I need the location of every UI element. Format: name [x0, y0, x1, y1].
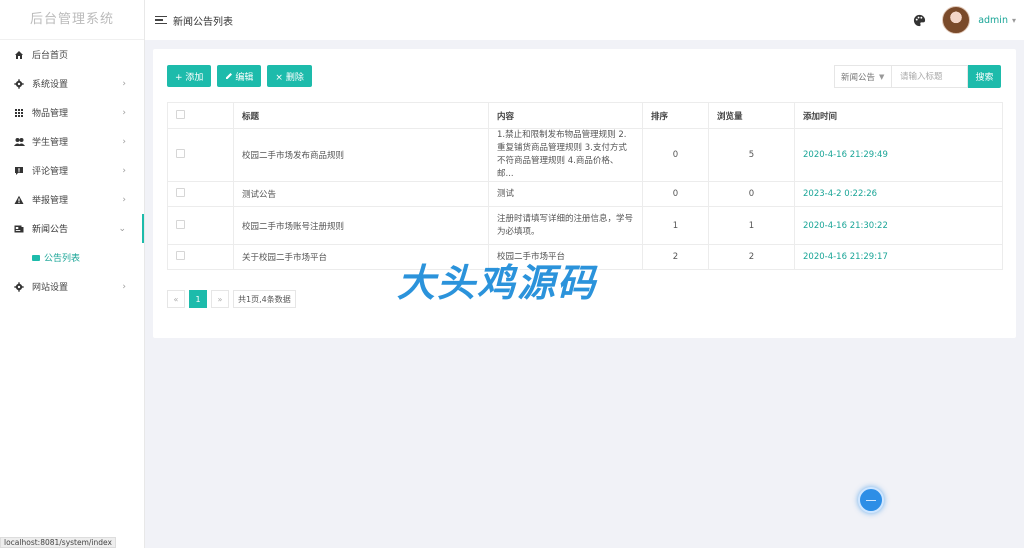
pagination-info: 共1页,4条数据	[233, 290, 296, 308]
cell-views: 0	[708, 181, 795, 207]
list-icon	[32, 254, 40, 261]
sidebar-item-label: 物品管理	[32, 109, 69, 119]
sidebar-item-label: 评论管理	[32, 167, 69, 177]
users-icon	[12, 137, 26, 147]
delete-button[interactable]: × 删除	[267, 65, 312, 87]
sidebar: 后台管理系统 后台首页 系统设置 › 物品管理 › 学生管理 › 评论管理 ›	[0, 0, 145, 548]
next-page-button[interactable]: »	[211, 290, 229, 308]
status-bar-url: localhost:8081/system/index	[0, 537, 116, 548]
chevron-right-icon: ›	[122, 165, 126, 176]
chevron-right-icon: ›	[122, 107, 126, 118]
menu-toggle-icon[interactable]	[155, 14, 167, 27]
chevron-right-icon: ›	[122, 78, 126, 89]
column-header-views: 浏览量	[708, 102, 795, 129]
sidebar-item-system-settings[interactable]: 系统设置 ›	[0, 69, 144, 98]
sidebar-item-label: 学生管理	[32, 138, 69, 148]
cell-title: 校园二手市场账号注册规则	[233, 206, 489, 245]
row-checkbox[interactable]	[176, 219, 185, 229]
table-row[interactable]: 校园二手市场账号注册规则 注册时请填写详细的注册信息，学号为必填项。 1 1 2…	[167, 206, 1003, 245]
user-name[interactable]: admin	[978, 15, 1008, 26]
cell-time: 2023-4-2 0:22:26	[794, 181, 1003, 207]
sidebar-item-goods[interactable]: 物品管理 ›	[0, 98, 144, 127]
pencil-icon	[226, 73, 233, 79]
page-title: 新闻公告列表	[173, 16, 233, 28]
page-button-1[interactable]: 1	[189, 290, 207, 308]
row-checkbox[interactable]	[176, 149, 185, 158]
cell-views: 5	[708, 128, 795, 182]
chevron-right-icon: ›	[122, 136, 126, 147]
gear-icon	[12, 78, 26, 89]
chevron-down-icon: ⌄	[118, 223, 126, 234]
select-all-cell	[167, 102, 234, 129]
add-button[interactable]: + 添加	[167, 65, 212, 87]
watermark-text: 大头鸡源码	[397, 261, 598, 305]
cell-content: 测试	[488, 181, 643, 207]
table-header-row: 标题 内容 排序 浏览量 添加时间	[167, 102, 1003, 129]
cell-time: 2020-4-16 21:29:49	[794, 128, 1003, 182]
cell-sort: 1	[642, 206, 709, 245]
cell-time: 2020-4-16 21:30:22	[794, 206, 1003, 245]
news-icon	[12, 224, 26, 234]
column-header-sort: 排序	[642, 102, 709, 129]
gear-icon	[12, 281, 26, 292]
select-all-checkbox[interactable]	[176, 109, 185, 119]
avatar[interactable]	[942, 6, 971, 34]
palette-icon[interactable]	[913, 14, 926, 27]
search-bar: 新闻公告 ▼ 搜索	[834, 65, 1001, 88]
warning-icon	[12, 195, 26, 205]
top-header: 新闻公告列表 admin ▾	[145, 0, 1024, 40]
sidebar-item-label: 新闻公告	[32, 225, 69, 235]
cell-views: 1	[708, 206, 795, 245]
sidebar-item-label: 后台首页	[32, 51, 69, 61]
sidebar-item-reports[interactable]: 举报管理 ›	[0, 185, 144, 214]
pagination: « 1 » 共1页,4条数据	[167, 290, 300, 308]
home-icon	[12, 50, 26, 60]
table-row[interactable]: 测试公告 测试 0 0 2023-4-2 0:22:26	[167, 181, 1003, 207]
caret-down-icon: ▼	[879, 72, 885, 81]
sidebar-item-news[interactable]: 新闻公告 ⌄	[0, 214, 144, 243]
row-checkbox[interactable]	[176, 188, 185, 197]
column-header-time: 添加时间	[794, 102, 1003, 129]
sidebar-item-label: 系统设置	[32, 80, 69, 90]
sidebar-subitem-announcement-list[interactable]: 公告列表	[0, 243, 144, 272]
chevron-right-icon: ›	[122, 194, 126, 205]
sidebar-item-students[interactable]: 学生管理 ›	[0, 127, 144, 156]
app-title: 后台管理系统	[0, 0, 144, 40]
column-header-title: 标题	[233, 102, 489, 129]
grid-icon	[12, 108, 26, 118]
cell-time: 2020-4-16 21:29:17	[794, 244, 1003, 270]
sidebar-subitem-label: 公告列表	[44, 254, 81, 264]
comment-icon	[12, 166, 26, 176]
sidebar-item-site-settings[interactable]: 网站设置 ›	[0, 272, 144, 301]
cell-sort: 2	[642, 244, 709, 270]
cell-title: 校园二手市场发布商品规则	[233, 128, 489, 182]
cell-views: 2	[708, 244, 795, 270]
column-header-content: 内容	[488, 102, 643, 129]
edit-button[interactable]: 编辑	[217, 65, 262, 87]
floating-assistant-button[interactable]	[858, 487, 884, 513]
table-row[interactable]: 校园二手市场发布商品规则 1.禁止和限制发布物品管理规则 2.重复铺货商品管理规…	[167, 128, 1003, 182]
row-checkbox[interactable]	[176, 251, 185, 260]
sidebar-item-label: 网站设置	[32, 283, 69, 293]
cell-content: 注册时请填写详细的注册信息，学号为必填项。	[488, 206, 643, 245]
announcement-table: 标题 内容 排序 浏览量 添加时间 校园二手市场发布商品规则 1.禁止和限制发布…	[167, 102, 1003, 270]
chevron-right-icon: ›	[122, 281, 126, 292]
search-input[interactable]	[892, 65, 968, 88]
category-select-value: 新闻公告	[841, 72, 876, 83]
cell-title: 测试公告	[233, 181, 489, 207]
category-select[interactable]: 新闻公告 ▼	[834, 65, 892, 88]
cell-sort: 0	[642, 181, 709, 207]
sidebar-item-home[interactable]: 后台首页	[0, 40, 144, 69]
cell-sort: 0	[642, 128, 709, 182]
edit-button-label: 编辑	[235, 72, 254, 83]
caret-down-icon[interactable]: ▾	[1012, 16, 1016, 25]
sidebar-item-comments[interactable]: 评论管理 ›	[0, 156, 144, 185]
cell-content: 1.禁止和限制发布物品管理规则 2.重复铺货商品管理规则 3.支付方式不符商品管…	[488, 128, 643, 182]
search-button[interactable]: 搜索	[968, 65, 1001, 88]
prev-page-button[interactable]: «	[167, 290, 185, 308]
toolbar: + 添加 编辑 × 删除	[167, 65, 318, 87]
sidebar-item-label: 举报管理	[32, 196, 69, 206]
